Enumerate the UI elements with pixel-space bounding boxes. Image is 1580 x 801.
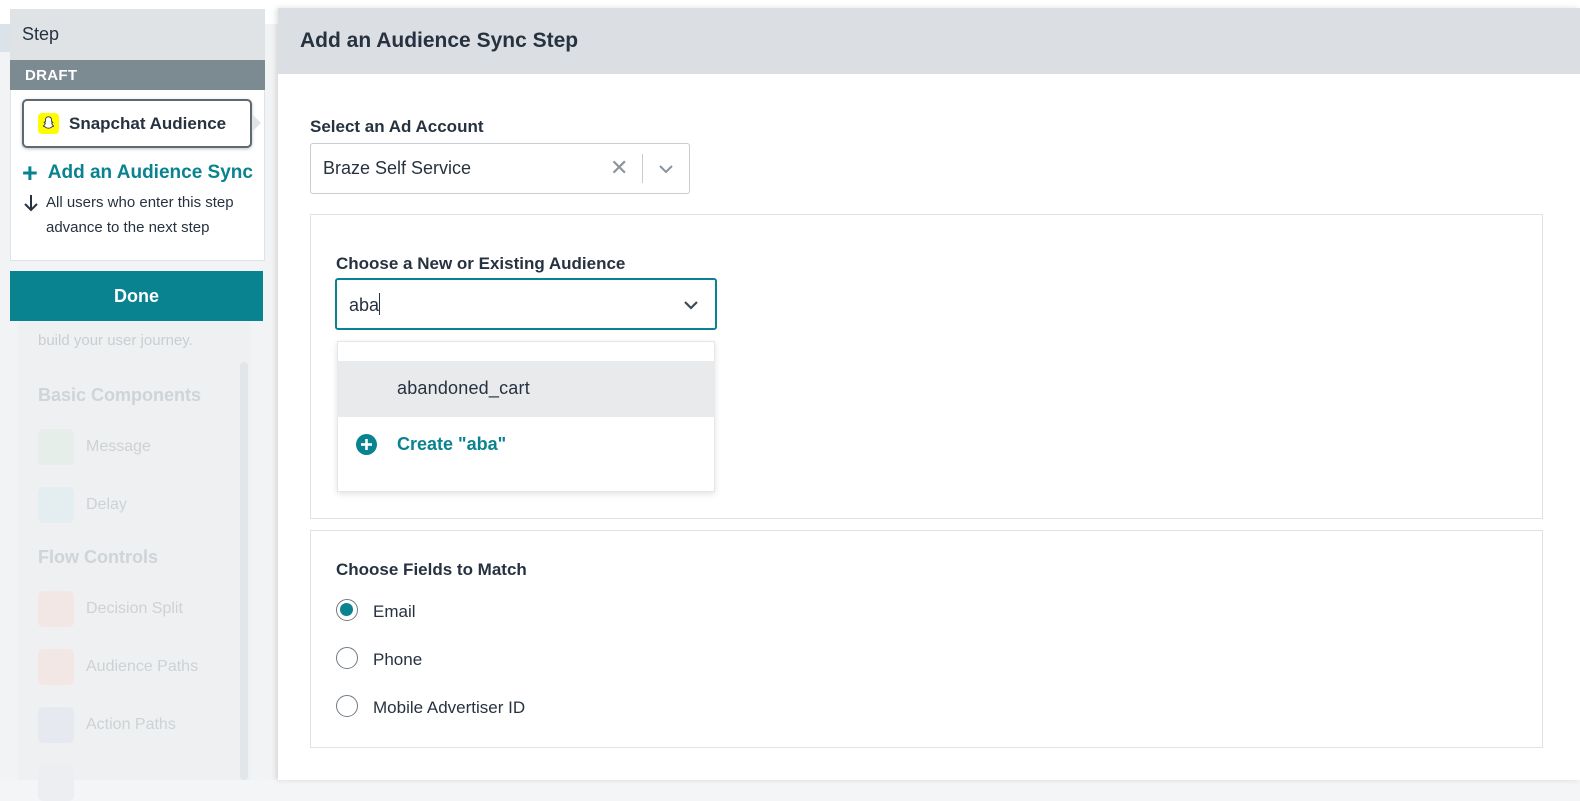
plus-icon: + xyxy=(22,158,38,188)
background-scrollbar xyxy=(240,362,248,780)
ad-account-label: Select an Ad Account xyxy=(310,117,484,136)
arrow-down-icon xyxy=(24,195,38,212)
ad-account-value: Braze Self Service xyxy=(323,158,472,178)
advance-description: All users who enter this step advance to… xyxy=(46,194,234,236)
select-divider xyxy=(642,154,643,183)
action-paths-icon xyxy=(38,707,74,743)
audience-input-value: aba xyxy=(349,295,380,315)
radio-mobile-advertiser-id[interactable] xyxy=(336,695,358,717)
background-hint-text: build your user journey. xyxy=(38,332,193,349)
chevron-down-icon[interactable] xyxy=(683,300,699,310)
fields-label: Choose Fields to Match xyxy=(336,560,527,579)
radio-mobile-advertiser-id-label: Mobile Advertiser ID xyxy=(373,698,526,717)
background-item: Action Paths xyxy=(86,716,176,733)
step-title: Step xyxy=(22,24,60,44)
create-audience-option[interactable]: Create "aba" xyxy=(397,434,506,455)
snapchat-ghost-icon xyxy=(43,116,54,129)
background-icon xyxy=(38,765,74,801)
radio-phone[interactable] xyxy=(336,647,358,669)
add-audience-sync-label: Add an Audience Sync xyxy=(47,162,253,183)
background-item: Delay xyxy=(86,496,127,513)
radio-email[interactable] xyxy=(336,599,358,621)
clear-icon[interactable]: ✕ xyxy=(610,157,628,179)
audience-label: Choose a New or Existing Audience xyxy=(336,254,626,273)
radio-email-label: Email xyxy=(373,602,416,621)
text-caret xyxy=(379,293,380,315)
done-button[interactable]: Done xyxy=(10,271,263,321)
background-item: Audience Paths xyxy=(86,658,199,675)
radio-phone-label: Phone xyxy=(373,650,423,669)
audience-select-input[interactable] xyxy=(335,278,717,330)
add-audience-sync-link[interactable]: + Add an Audience Sync xyxy=(22,158,253,188)
step-card-pointer xyxy=(252,114,261,132)
background-item: Decision Split xyxy=(86,600,183,617)
draft-label: DRAFT xyxy=(25,67,78,84)
plus-circle-icon xyxy=(356,434,377,455)
message-icon xyxy=(38,429,74,465)
background-item: Message xyxy=(86,438,151,455)
delay-icon xyxy=(38,487,74,523)
step-card-label: Snapchat Audience xyxy=(69,114,227,133)
panel-title: Add an Audience Sync Step xyxy=(300,29,579,52)
background-section-heading: Basic Components xyxy=(38,385,202,405)
chevron-down-icon[interactable] xyxy=(658,164,674,174)
decision-split-icon xyxy=(38,591,74,627)
audience-paths-icon xyxy=(38,649,74,685)
background-section-heading: Flow Controls xyxy=(38,547,158,567)
dropdown-option-label: abandoned_cart xyxy=(397,378,530,398)
